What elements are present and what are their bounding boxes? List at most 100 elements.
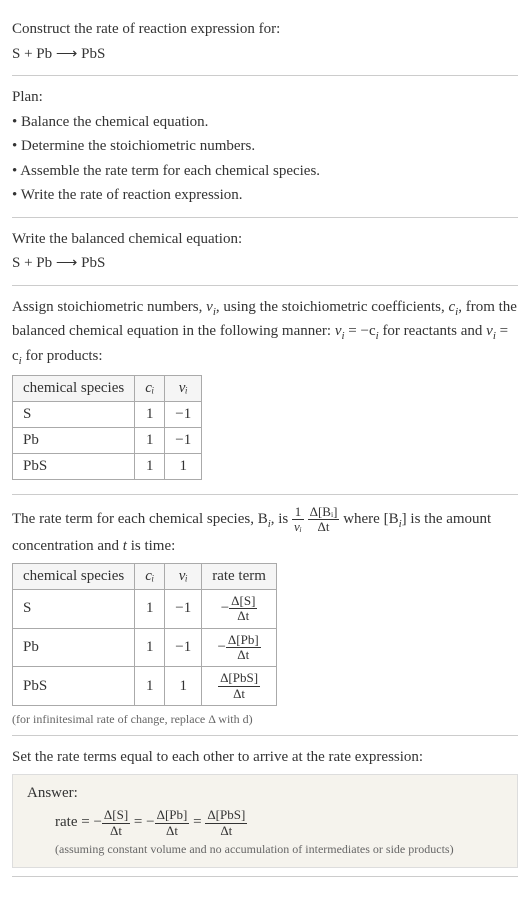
sign: − (146, 815, 154, 831)
fraction: Δ[Bᵢ]Δt (308, 505, 340, 535)
table-cell: 1 (135, 590, 165, 629)
sign: − (221, 600, 229, 616)
table-row: S 1 −1 (13, 402, 202, 428)
table-cell: 1 (135, 402, 165, 428)
variable-nu: ν (206, 299, 213, 315)
fraction-denominator: Δt (205, 824, 247, 838)
table-header-row: chemical species cᵢ νᵢ rate term (13, 564, 277, 590)
table-cell: Pb (13, 428, 135, 454)
table-cell: −Δ[Pb]Δt (202, 628, 277, 667)
fraction-denominator: Δt (155, 824, 190, 838)
stoich-table: chemical species cᵢ νᵢ S 1 −1 Pb 1 −1 Pb… (12, 375, 202, 480)
plan-item: • Write the rate of reaction expression. (12, 184, 518, 207)
table-header: cᵢ (135, 564, 165, 590)
balanced-equation: S + Pb ⟶ PbS (12, 252, 518, 275)
intro-equation: S + Pb ⟶ PbS (12, 43, 518, 66)
plan-item-text: Write the rate of reaction expression. (21, 187, 243, 203)
fraction-denominator: Δt (226, 648, 261, 662)
table-cell: Δ[PbS]Δt (202, 667, 277, 706)
table-cell: S (13, 590, 135, 629)
fraction: 1νᵢ (292, 505, 304, 535)
plan-item: • Determine the stoichiometric numbers. (12, 135, 518, 158)
table-cell: PbS (13, 454, 135, 480)
fraction-denominator: νᵢ (292, 520, 304, 534)
table-cell: −1 (165, 428, 202, 454)
table-cell: 1 (135, 628, 165, 667)
fraction: Δ[S]Δt (102, 808, 130, 838)
table-cell: −1 (165, 402, 202, 428)
plan-item-text: Determine the stoichiometric numbers. (21, 138, 255, 154)
fraction-numerator: Δ[Pb] (226, 633, 261, 648)
text-fragment: The rate term for each chemical species,… (12, 511, 268, 527)
text-fragment: where [B (343, 511, 398, 527)
text-fragment: for reactants and (379, 323, 486, 339)
table-header-row: chemical species cᵢ νᵢ (13, 376, 202, 402)
rate-label: rate = (55, 815, 93, 831)
table-cell: 1 (135, 428, 165, 454)
fraction: Δ[Pb]Δt (155, 808, 190, 838)
table-header: chemical species (13, 564, 135, 590)
rate-term-section: The rate term for each chemical species,… (12, 495, 518, 736)
plan-section: Plan: • Balance the chemical equation. •… (12, 76, 518, 218)
fraction-denominator: Δt (308, 520, 340, 534)
plan-title: Plan: (12, 86, 518, 109)
plan-item-text: Balance the chemical equation. (21, 114, 208, 130)
fraction: Δ[Pb]Δt (226, 633, 261, 663)
text-fragment: Assign stoichiometric numbers, (12, 299, 206, 315)
final-title: Set the rate terms equal to each other t… (12, 746, 518, 769)
table-header: νᵢ (165, 564, 202, 590)
rate-term-text: The rate term for each chemical species,… (12, 505, 518, 557)
plan-item: • Assemble the rate term for each chemic… (12, 160, 518, 183)
fraction-denominator: Δt (102, 824, 130, 838)
table-cell: PbS (13, 667, 135, 706)
fraction-numerator: 1 (292, 505, 304, 520)
table-cell: 1 (135, 454, 165, 480)
variable-nu: ν (486, 323, 493, 339)
balanced-section: Write the balanced chemical equation: S … (12, 218, 518, 286)
answer-note: (assuming constant volume and no accumul… (55, 842, 503, 857)
plan-item-text: Assemble the rate term for each chemical… (20, 163, 320, 179)
table-header: rate term (202, 564, 277, 590)
table-cell: −1 (165, 590, 202, 629)
stoich-section: Assign stoichiometric numbers, νi, using… (12, 286, 518, 496)
table-cell: 1 (135, 667, 165, 706)
answer-label: Answer: (27, 785, 503, 802)
fraction-denominator: Δt (218, 687, 260, 701)
table-row: Pb 1 −1 −Δ[Pb]Δt (13, 628, 277, 667)
table-cell: −1 (165, 628, 202, 667)
answer-content: rate = −Δ[S]Δt = −Δ[Pb]Δt = Δ[PbS]Δt (as… (27, 808, 503, 857)
table-row: S 1 −1 −Δ[S]Δt (13, 590, 277, 629)
text-fragment: for products: (22, 348, 103, 364)
rate-term-note: (for infinitesimal rate of change, repla… (12, 712, 518, 727)
rate-expression: rate = −Δ[S]Δt = −Δ[Pb]Δt = Δ[PbS]Δt (55, 808, 503, 838)
balanced-title: Write the balanced chemical equation: (12, 228, 518, 251)
fraction-numerator: Δ[PbS] (205, 808, 247, 823)
fraction-numerator: Δ[Pb] (155, 808, 190, 823)
stoich-text: Assign stoichiometric numbers, νi, using… (12, 296, 518, 370)
table-header: νᵢ (165, 376, 202, 402)
table-cell: −Δ[S]Δt (202, 590, 277, 629)
fraction-numerator: Δ[S] (229, 594, 257, 609)
intro-section: Construct the rate of reaction expressio… (12, 8, 518, 76)
plan-item: • Balance the chemical equation. (12, 111, 518, 134)
text-fragment: , using the stoichiometric coefficients, (216, 299, 449, 315)
intro-prompt: Construct the rate of reaction expressio… (12, 18, 518, 41)
text-fragment: is time: (127, 538, 175, 554)
table-row: PbS 1 1 (13, 454, 202, 480)
table-row: PbS 1 1 Δ[PbS]Δt (13, 667, 277, 706)
table-cell: Pb (13, 628, 135, 667)
table-cell: 1 (165, 667, 202, 706)
fraction-numerator: Δ[Bᵢ] (308, 505, 340, 520)
rate-term-table: chemical species cᵢ νᵢ rate term S 1 −1 … (12, 563, 277, 706)
answer-box: Answer: rate = −Δ[S]Δt = −Δ[Pb]Δt = Δ[Pb… (12, 774, 518, 868)
table-cell: S (13, 402, 135, 428)
table-row: Pb 1 −1 (13, 428, 202, 454)
sign: − (217, 639, 225, 655)
fraction-numerator: Δ[S] (102, 808, 130, 823)
final-section: Set the rate terms equal to each other t… (12, 736, 518, 877)
fraction: Δ[PbS]Δt (218, 671, 260, 701)
table-header: cᵢ (135, 376, 165, 402)
sign: − (93, 815, 101, 831)
table-cell: 1 (165, 454, 202, 480)
text-fragment: = −c (345, 323, 376, 339)
